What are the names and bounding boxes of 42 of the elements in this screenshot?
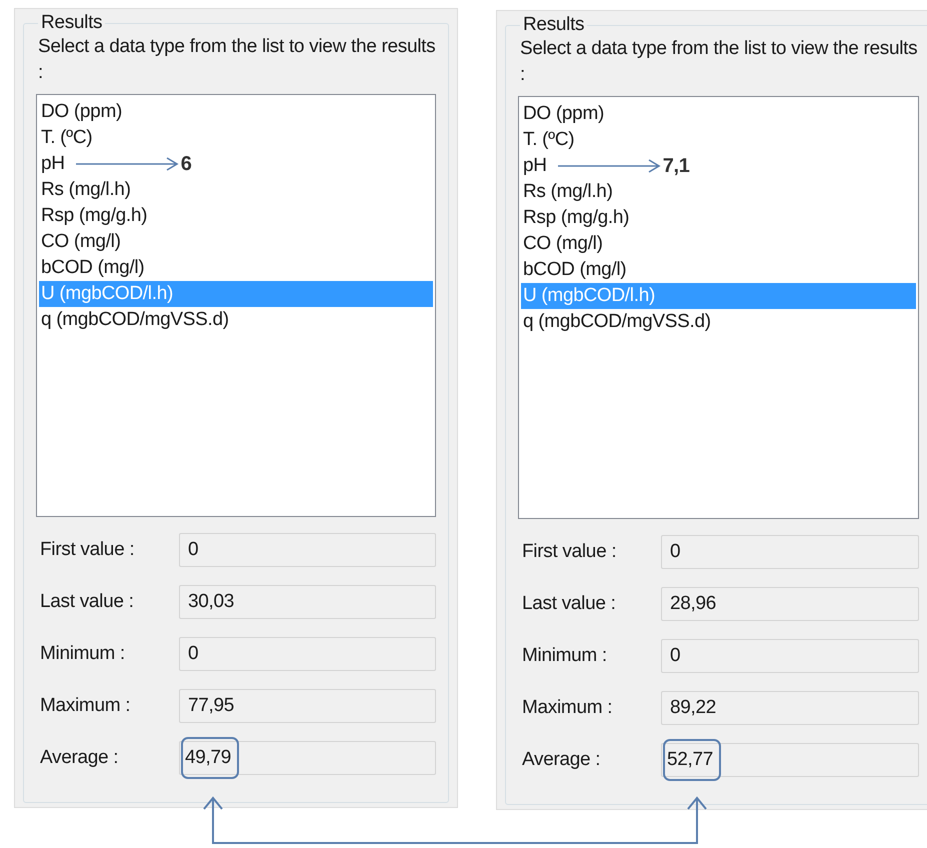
group-title: Results	[40, 13, 104, 34]
list-item[interactable]: bCOD (mg/l)	[41, 254, 144, 281]
list-item[interactable]: Rsp (mg/g.h)	[523, 204, 630, 231]
list-item[interactable]: T. (ºC)	[523, 126, 574, 153]
stat-value: 0	[669, 644, 682, 668]
stat-label: First value :	[39, 538, 136, 562]
stat-value: 0	[187, 538, 200, 562]
list-item[interactable]: T. (ºC)	[41, 124, 92, 151]
list-item[interactable]: pH	[41, 150, 65, 177]
stat-label: Average :	[521, 748, 602, 772]
stat-value: 28,96	[669, 592, 718, 616]
stat-value: 77,95	[187, 694, 236, 718]
list-item[interactable]: DO (ppm)	[41, 98, 122, 125]
stat-value: 0	[187, 642, 200, 666]
list-item[interactable]: bCOD (mg/l)	[523, 256, 626, 283]
group-title: Results	[522, 15, 586, 36]
list-item[interactable]: CO (mg/l)	[41, 228, 121, 255]
stat-label: Last value :	[521, 592, 617, 616]
highlighted-value: 52,77	[663, 738, 722, 782]
stat-value: 0	[669, 540, 682, 564]
list-item[interactable]: q (mgbCOD/mgVSS.d)	[41, 306, 229, 333]
stat-value: 30,03	[187, 590, 236, 614]
highlighted-value: 49,79	[181, 736, 240, 780]
stat-label: Last value :	[39, 590, 135, 614]
instruction-text: Select a data type from the list to view the results :	[520, 36, 918, 87]
list-item[interactable]: q (mgbCOD/mgVSS.d)	[523, 308, 711, 335]
annotation-value: 7,1	[662, 154, 690, 179]
stat-label: First value :	[521, 540, 618, 564]
annotation-value: 6	[180, 152, 192, 177]
list-item[interactable]: Rsp (mg/g.h)	[41, 202, 148, 229]
stat-label: Minimum :	[39, 642, 126, 666]
stat-label: Maximum :	[521, 696, 614, 720]
stat-label: Maximum :	[39, 694, 132, 718]
instruction-text: Select a data type from the list to view the results :	[38, 34, 436, 85]
stat-label: Average :	[39, 746, 120, 770]
stat-value: 89,22	[669, 696, 718, 720]
list-item[interactable]: pH	[523, 152, 547, 179]
list-item[interactable]: CO (mg/l)	[523, 230, 603, 257]
list-item[interactable]: DO (ppm)	[523, 100, 604, 127]
list-item[interactable]: Rs (mg/l.h)	[41, 176, 131, 203]
stat-label: Minimum :	[521, 644, 608, 668]
list-item[interactable]: Rs (mg/l.h)	[523, 178, 613, 205]
